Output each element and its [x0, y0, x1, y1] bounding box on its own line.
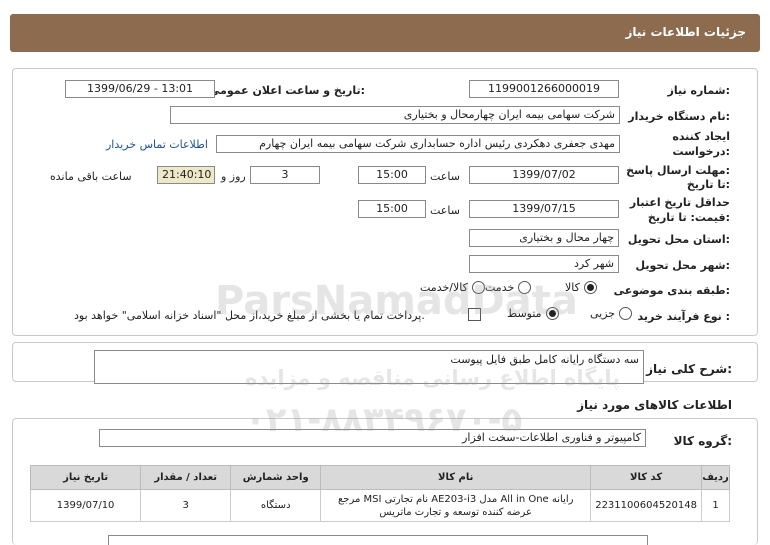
- reply-deadline-label: مهلت ارسال پاسخ:: [626, 164, 730, 177]
- radio-icon[interactable]: [619, 307, 633, 320]
- process-option-label: متوسط: [507, 307, 542, 320]
- remaining-time-field: 21:40:10: [157, 166, 215, 184]
- validity-label: حداقل تاریخ اعتبار: [629, 196, 730, 209]
- category-option-label: خدمت: [485, 281, 515, 294]
- buyer-field[interactable]: شرکت سهامی بیمه ایران چهارمحال و بختیاری: [170, 106, 620, 124]
- goods-section-title: اطلاعات کالاهای مورد نیاز: [577, 398, 732, 412]
- creator-label: ایجاد کننده: [672, 130, 730, 143]
- process-radio-minor[interactable]: جزیی: [590, 307, 633, 320]
- category-radio-goods-service[interactable]: کالا/خدمت: [420, 281, 485, 294]
- category-radio-service[interactable]: خدمت: [485, 281, 532, 294]
- cell-date: 1399/07/10: [29, 489, 142, 522]
- announce-label: تاریخ و ساعت اعلان عمومی:: [208, 84, 365, 97]
- category-radio-goods[interactable]: کالا: [565, 281, 597, 294]
- validity-time-field[interactable]: 15:00: [358, 200, 426, 218]
- province-field[interactable]: چهار محال و بختیاری: [469, 229, 619, 247]
- reply-time-field[interactable]: 15:00: [358, 166, 426, 184]
- goods-group-field[interactable]: کامپیوتر و فناوری اطلاعات-سخت افزار: [99, 429, 646, 447]
- province-label: استان محل تحویل:: [627, 233, 730, 246]
- next-section-box: [108, 535, 648, 545]
- announce-datetime-field[interactable]: 1399/06/29 - 13:01: [65, 80, 215, 98]
- col-row: ردیف: [701, 465, 730, 490]
- creator-label-2: درخواست:: [672, 145, 730, 158]
- buyer-label: نام دستگاه خریدار:: [628, 110, 730, 123]
- validity-time-label: ساعت: [430, 204, 460, 217]
- process-radio-medium[interactable]: متوسط: [507, 307, 559, 320]
- city-field[interactable]: شهر کرد: [469, 255, 619, 273]
- col-name: نام کالا: [320, 465, 592, 490]
- cell-qty: 3: [140, 489, 232, 522]
- need-number-field[interactable]: 1199001266000019: [469, 80, 619, 98]
- goods-table-header: ردیف کد کالا نام کالا واحد شمارش تعداد /…: [29, 465, 730, 490]
- radio-selected-icon[interactable]: [545, 307, 559, 320]
- cell-code: 2231100604520148: [590, 489, 702, 522]
- cell-name: رایانه All in One مدل AE203-i3 نام تجارت…: [320, 489, 592, 522]
- col-unit: واحد شمارش: [230, 465, 322, 490]
- radio-icon[interactable]: [471, 281, 485, 294]
- process-option-label: جزیی: [590, 307, 616, 320]
- category-option-label: کالا: [565, 281, 580, 294]
- col-qty: تعداد / مقدار: [140, 465, 232, 490]
- reply-deadline-label-2: تا تاریخ:: [686, 178, 730, 191]
- goods-table: ردیف کد کالا نام کالا واحد شمارش تعداد /…: [29, 465, 730, 522]
- buyer-contact-link[interactable]: اطلاعات تماس خریدار: [106, 138, 208, 151]
- days-remaining-field[interactable]: 3: [250, 166, 320, 184]
- creator-field[interactable]: مهدی جعفری دهکردی رئیس اداره حسابداری شر…: [216, 135, 620, 153]
- category-label: طبقه بندی موضوعی:: [613, 284, 730, 297]
- reply-date-field[interactable]: 1399/07/02: [469, 166, 619, 184]
- page-header: جزئیات اطلاعات نیاز: [10, 14, 760, 52]
- validity-date-field[interactable]: 1399/07/15: [469, 200, 619, 218]
- cell-row: 1: [701, 489, 730, 522]
- col-date: تاریخ نیاز: [29, 465, 142, 490]
- description-field[interactable]: سه دستگاه رایانه کامل طبق فایل پیوست: [94, 350, 644, 384]
- need-number-label: شماره نیاز:: [667, 84, 730, 97]
- treasury-note: پرداخت تمام یا بخشی از مبلغ خرید،از محل …: [74, 309, 425, 322]
- table-row[interactable]: 1 2231100604520148 رایانه All in One مدل…: [29, 489, 730, 522]
- radio-icon[interactable]: [518, 281, 532, 294]
- goods-group-label: گروه کالا:: [673, 434, 732, 448]
- reply-time-label: ساعت: [430, 170, 460, 183]
- category-option-label: کالا/خدمت: [420, 281, 468, 294]
- radio-selected-icon[interactable]: [583, 281, 597, 294]
- treasury-checkbox[interactable]: [468, 308, 481, 321]
- cell-unit: دستگاه: [230, 489, 322, 522]
- days-label: روز و: [221, 170, 246, 183]
- city-label: شهر محل تحویل:: [635, 259, 730, 272]
- description-label: شرح کلی نیاز:: [646, 362, 732, 376]
- process-type-label: نوع فرآیند خرید :: [637, 310, 730, 323]
- col-code: کد کالا: [590, 465, 702, 490]
- validity-label-2: قیمت: تا تاریخ:: [647, 211, 730, 224]
- remaining-time-label: ساعت باقی مانده: [50, 170, 132, 183]
- page-title: جزئیات اطلاعات نیاز: [625, 25, 746, 39]
